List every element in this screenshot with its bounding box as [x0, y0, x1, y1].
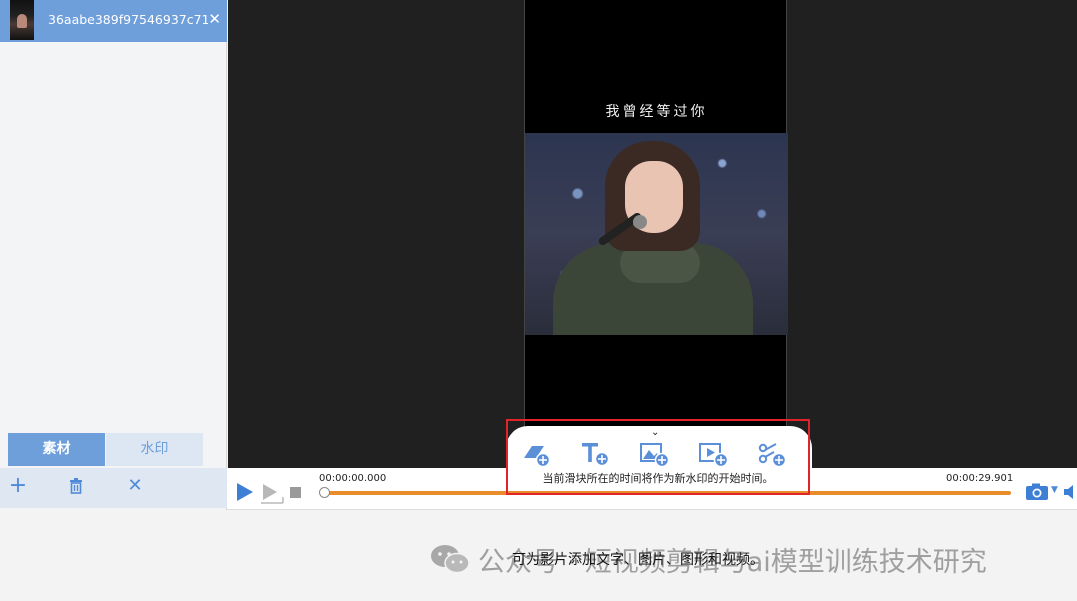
timeline-slider-handle[interactable] [319, 487, 330, 498]
add-shape-icon[interactable] [520, 440, 552, 468]
tab-watermark[interactable]: 水印 [106, 433, 203, 466]
add-video-icon[interactable] [697, 440, 729, 468]
play-icon[interactable] [235, 482, 255, 502]
chevron-down-icon[interactable]: ⌄ [651, 427, 659, 438]
file-name: 36aabe389f97546937c71... [48, 12, 208, 27]
current-time: 00:00:00.000 [319, 473, 387, 484]
close-icon[interactable]: ✕ [124, 475, 146, 497]
status-bar: 公众号 · 短视频剪辑与ai模型训练技术研究 可为影片添加文字、图片、图形和视频… [0, 511, 1077, 601]
plus-icon[interactable]: + [7, 475, 29, 497]
add-image-icon[interactable] [638, 440, 670, 468]
microphone-head [633, 215, 647, 229]
panel-tabs: 素材 水印 [8, 433, 204, 466]
add-effect-icon[interactable] [756, 440, 788, 468]
remove-file-icon[interactable]: ✕ [208, 10, 221, 28]
watermark-start-hint: 当前滑块所在的时间将作为新水印的开始时间。 [542, 472, 774, 485]
material-panel: 36aabe389f97546937c71... ✕ 素材 水印 + ✕ [0, 0, 227, 510]
file-list-item[interactable]: 36aabe389f97546937c71... ✕ [0, 0, 227, 42]
material-toolbar: + ✕ [0, 468, 227, 508]
status-text: 可为影片添加文字、图片、图形和视频。 [512, 552, 764, 568]
video-thumbnail [10, 0, 34, 40]
video-frame: 我曾经等过你 [524, 0, 788, 468]
wechat-icon [430, 542, 470, 576]
stop-icon[interactable] [290, 487, 301, 498]
trash-icon[interactable] [65, 475, 87, 497]
camera-icon[interactable] [1025, 483, 1049, 501]
next-frame-icon[interactable] [260, 482, 284, 504]
camera-dropdown-icon[interactable]: ▼ [1051, 485, 1058, 495]
video-image [525, 133, 788, 335]
total-duration: 00:00:29.901 [946, 473, 1014, 484]
timeline-track[interactable] [325, 491, 1011, 495]
app-window: 36aabe389f97546937c71... ✕ 素材 水印 + ✕ 我曾经… [0, 0, 1077, 601]
video-preview: 我曾经等过你 [228, 0, 1077, 468]
tab-material[interactable]: 素材 [8, 433, 105, 466]
volume-icon[interactable] [1063, 484, 1077, 500]
video-caption: 我曾经等过你 [605, 104, 708, 120]
add-text-icon[interactable] [579, 440, 611, 468]
